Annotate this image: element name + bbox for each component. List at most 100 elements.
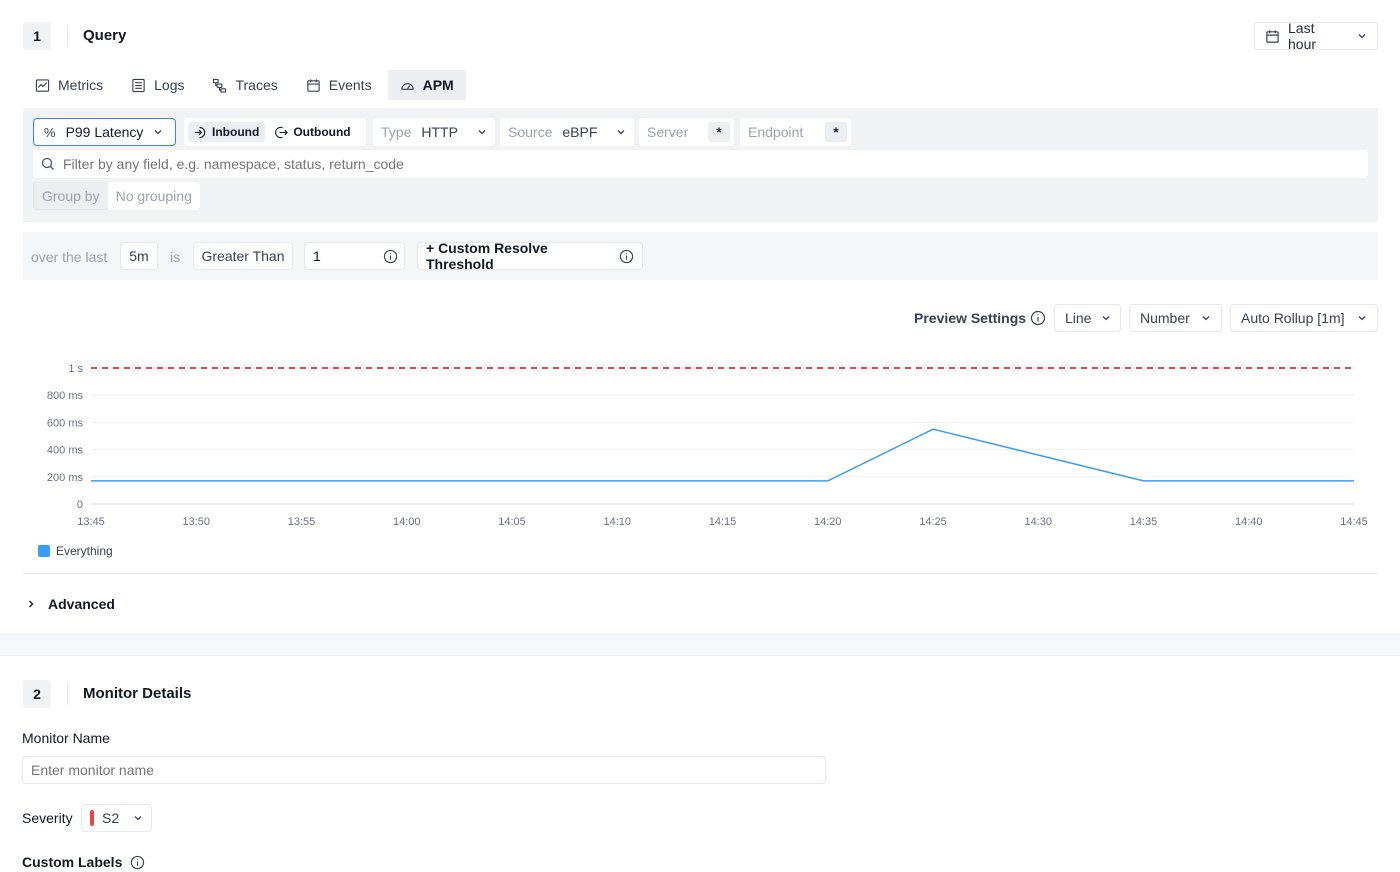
- x-tick-label: 14:35: [1130, 516, 1158, 528]
- severity-select[interactable]: S2: [81, 804, 152, 832]
- inbound-label: Inbound: [212, 125, 260, 139]
- custom-labels-header: Custom Labels: [22, 854, 145, 870]
- tab-metrics[interactable]: Metrics: [23, 70, 115, 100]
- x-tick-label: 14:10: [603, 516, 631, 528]
- trace-icon: [212, 78, 227, 93]
- advanced-toggle[interactable]: Advanced: [26, 596, 115, 612]
- time-range-label: Last hour: [1288, 20, 1317, 52]
- chevron-down-icon: [1201, 313, 1211, 323]
- threshold-value: 1: [313, 248, 321, 264]
- type-filter[interactable]: Type HTTP: [373, 118, 495, 146]
- chevron-down-icon: [153, 127, 163, 137]
- chevron-down-icon: [616, 127, 626, 137]
- chart-type-select[interactable]: Line: [1054, 304, 1121, 332]
- window-value: 5m: [129, 248, 149, 264]
- group-by[interactable]: Group by No grouping: [33, 182, 200, 210]
- filter-search[interactable]: [33, 150, 1368, 178]
- x-tick-label: 14:20: [814, 516, 842, 528]
- chart-type-value: Line: [1065, 310, 1092, 326]
- query-step-number: 1: [23, 22, 51, 50]
- severity-value: S2: [102, 810, 120, 826]
- calendar-icon: [1265, 29, 1280, 44]
- y-tick-label: 400 ms: [47, 445, 84, 457]
- x-tick-label: 13:50: [182, 516, 210, 528]
- list-icon: [131, 78, 146, 93]
- x-tick-label: 13:45: [77, 516, 105, 528]
- chevron-down-icon: [1357, 31, 1367, 41]
- format-value: Number: [1140, 310, 1190, 326]
- endpoint-filter[interactable]: Endpoint *: [740, 118, 851, 146]
- metric-select[interactable]: % P99 Latency: [33, 118, 176, 146]
- y-tick-label: 0: [77, 499, 83, 511]
- time-range-picker[interactable]: Last hour: [1254, 20, 1378, 52]
- x-tick-label: 13:55: [288, 516, 316, 528]
- source-label: Source: [508, 124, 553, 140]
- percent-icon: %: [44, 124, 56, 140]
- calendar-icon: [306, 78, 321, 93]
- endpoint-value: *: [825, 122, 847, 142]
- operator-select[interactable]: Greater Than: [193, 242, 293, 270]
- custom-labels-label: Custom Labels: [22, 854, 123, 870]
- custom-resolve-threshold-button[interactable]: + Custom Resolve Threshold: [417, 240, 643, 272]
- format-select[interactable]: Number: [1129, 304, 1222, 332]
- chevron-down-icon: [1357, 313, 1367, 323]
- y-tick-label: 800 ms: [47, 390, 84, 402]
- latency-chart: 0 200 ms 400 ms 600 ms 800 ms 1 s 13:45 13:50 13…: [47, 363, 1368, 528]
- filter-search-input[interactable]: [63, 156, 1360, 172]
- inbound-icon: [194, 126, 207, 139]
- monitor-name-input[interactable]: [22, 756, 826, 784]
- x-tick-label: 14:05: [498, 516, 526, 528]
- server-label: Server: [647, 124, 689, 140]
- step-divider: [67, 25, 68, 47]
- tab-logs[interactable]: Logs: [119, 70, 196, 100]
- window-input[interactable]: 5m: [120, 242, 158, 270]
- direction-toggle: Inbound Outbound: [184, 118, 366, 146]
- x-tick-label: 14:25: [919, 516, 947, 528]
- outbound-label: Outbound: [293, 125, 351, 139]
- tab-traces[interactable]: Traces: [200, 70, 289, 100]
- source-value: eBPF: [562, 124, 598, 140]
- info-icon: [383, 249, 398, 264]
- tab-label: Logs: [154, 77, 185, 93]
- operator-value: Greater Than: [201, 248, 285, 264]
- x-tick-label: 14:40: [1235, 516, 1263, 528]
- tab-label: APM: [422, 77, 454, 93]
- x-tick-label: 14:45: [1340, 516, 1368, 528]
- type-value: HTTP: [421, 124, 458, 140]
- section-separator: [0, 634, 1400, 656]
- rollup-value: Auto Rollup [1m]: [1241, 310, 1345, 326]
- x-tick-label: 14:15: [709, 516, 737, 528]
- chevron-right-icon: [26, 599, 36, 609]
- series-line: [91, 428, 1354, 482]
- metric-value: P99 Latency: [65, 124, 144, 140]
- severity-label: Severity: [22, 810, 73, 826]
- tab-apm[interactable]: APM: [387, 70, 466, 100]
- is-label: is: [170, 249, 181, 265]
- y-tick-label: 600 ms: [47, 417, 84, 429]
- x-tick-label: 14:00: [393, 516, 421, 528]
- tab-label: Traces: [235, 77, 278, 93]
- over-label: over the last: [31, 249, 108, 265]
- threshold-input[interactable]: 1: [304, 242, 405, 270]
- source-filter[interactable]: Source eBPF: [500, 118, 634, 146]
- custom-resolve-label: + Custom Resolve Threshold: [426, 240, 548, 272]
- chevron-down-icon: [133, 813, 143, 823]
- step-divider: [67, 683, 68, 705]
- source-tabs: Metrics Logs Traces Events APM: [23, 70, 466, 100]
- chevron-down-icon: [1101, 313, 1111, 323]
- chart-line-icon: [35, 78, 50, 93]
- severity-color-bar: [90, 810, 94, 826]
- gauge-icon: [400, 78, 415, 93]
- x-tick-label: 14:30: [1024, 516, 1052, 528]
- type-label: Type: [381, 124, 412, 140]
- outbound-toggle[interactable]: Outbound: [269, 122, 356, 142]
- search-icon: [41, 157, 55, 171]
- query-step-title: Query: [83, 27, 127, 44]
- info-icon: [130, 855, 145, 870]
- server-filter[interactable]: Server *: [639, 118, 734, 146]
- inbound-toggle[interactable]: Inbound: [188, 122, 266, 142]
- tab-events[interactable]: Events: [294, 70, 384, 100]
- rollup-select[interactable]: Auto Rollup [1m]: [1230, 304, 1378, 332]
- group-by-value: No grouping: [107, 182, 200, 210]
- info-icon: [1030, 310, 1046, 326]
